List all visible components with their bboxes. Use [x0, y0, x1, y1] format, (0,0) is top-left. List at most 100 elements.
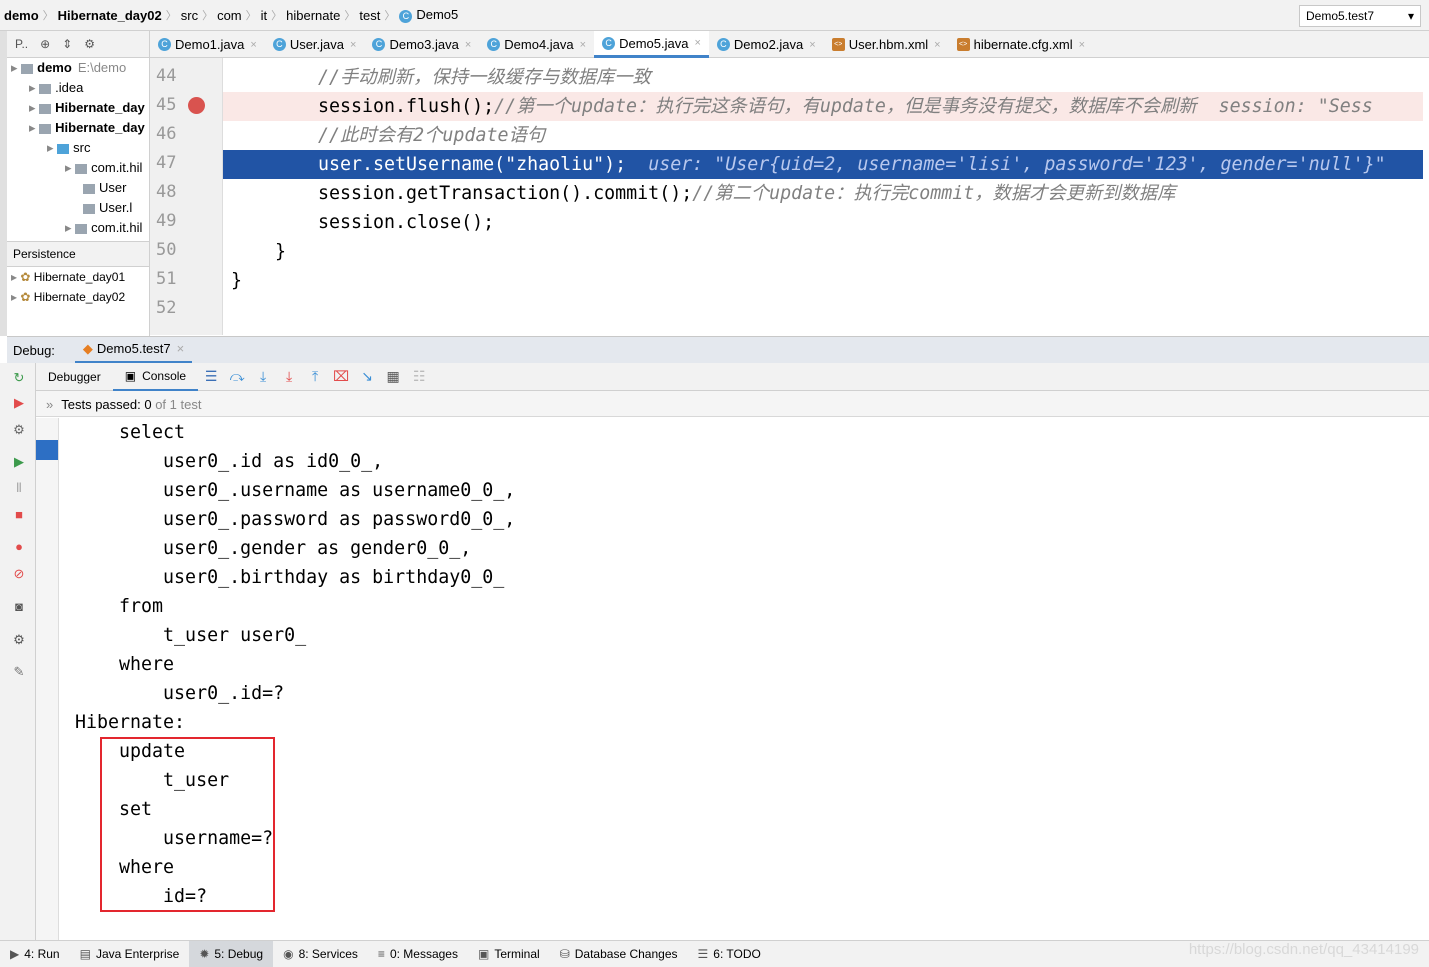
trace-icon[interactable]: ☷: [406, 368, 432, 385]
project-view-select[interactable]: P..: [15, 37, 28, 51]
tree-item[interactable]: ▸ .idea: [7, 78, 149, 98]
close-icon[interactable]: ×: [694, 37, 700, 49]
close-icon[interactable]: ×: [177, 341, 185, 356]
class-icon: C: [716, 38, 730, 51]
chevron-icon[interactable]: ▸: [29, 120, 39, 135]
close-icon[interactable]: ×: [1079, 39, 1085, 51]
breadcrumb-item[interactable]: demo: [0, 8, 43, 23]
persistence-icon: ✿: [20, 290, 34, 304]
chevron-icon[interactable]: ▸: [11, 270, 20, 284]
code-text: session.close();: [318, 212, 495, 233]
breadcrumb-item[interactable]: hibernate: [282, 8, 344, 23]
toolwindow-terminal[interactable]: ▣ Terminal: [468, 941, 550, 967]
close-icon[interactable]: ×: [250, 39, 256, 51]
toolwindow-todo[interactable]: ☰ 6: TODO: [688, 941, 771, 967]
tree-item[interactable]: ▸ com.it.hil: [7, 218, 149, 238]
tree-item[interactable]: User: [7, 178, 149, 198]
evaluate-icon[interactable]: ▦: [380, 368, 406, 385]
step-out-icon[interactable]: ⤒: [302, 368, 328, 385]
tab-user-java[interactable]: C User.java ×: [265, 31, 365, 58]
breadcrumb-item[interactable]: test: [355, 8, 384, 23]
tab-label: hibernate.cfg.xml: [973, 37, 1073, 52]
breadcrumb-item[interactable]: Hibernate_day02: [54, 8, 166, 23]
tab-debugger[interactable]: Debugger: [36, 363, 113, 391]
tree-item[interactable]: ▸ com.it.hil: [7, 158, 149, 178]
locate-icon[interactable]: ⊕: [40, 37, 50, 51]
tab-demo5-java[interactable]: C Demo5.java ×: [594, 31, 709, 58]
tab-demo3-java[interactable]: C Demo3.java ×: [364, 31, 479, 58]
breadcrumb-item[interactable]: it: [257, 8, 272, 23]
view-breakpoints-icon[interactable]: ●: [12, 540, 26, 554]
project-panel: P.. ⊕ ⇕ ⚙ ▸ demo E:\demo ▸ .idea ▸ Hibernate_d…: [7, 31, 150, 336]
chevron-icon[interactable]: ▸: [47, 140, 57, 155]
settings-icon[interactable]: ⚙: [12, 633, 26, 647]
pin-icon[interactable]: ✎: [12, 665, 26, 679]
breadcrumb-label: test: [359, 7, 381, 23]
pause-icon[interactable]: Ⅱ: [12, 481, 26, 495]
tree-item[interactable]: ▸ demo E:\demo: [7, 58, 149, 78]
gear-icon[interactable]: ⚙: [84, 37, 95, 51]
tree-item[interactable]: ▸ src: [7, 138, 149, 158]
chevron-icon[interactable]: ▸: [29, 100, 39, 115]
test-status: » Tests passed: 0 of 1 test: [36, 391, 1429, 417]
resume-icon[interactable]: ▶: [12, 455, 26, 469]
rerun-icon[interactable]: ↻: [12, 371, 26, 385]
tree-item[interactable]: User.l: [7, 198, 149, 218]
tests-prefix: Tests passed:: [61, 397, 145, 412]
tree-item[interactable]: ▸ Hibernate_day: [7, 98, 149, 118]
breadcrumb-label: com: [217, 7, 242, 23]
breadcrumb-item[interactable]: com: [213, 8, 246, 23]
chevron-right-icon: 〉: [245, 10, 257, 22]
toolwindow-java-enterprise[interactable]: ▤ Java Enterprise: [70, 941, 190, 967]
close-icon[interactable]: ×: [350, 39, 356, 51]
toolwindow-services[interactable]: ◉ 8: Services: [273, 941, 368, 967]
toolwindow-run[interactable]: ▶ 4: Run: [0, 941, 70, 967]
tab-user-hbm-xml[interactable]: <> User.hbm.xml ×: [824, 31, 949, 58]
toolwindow-messages[interactable]: ≡ 0: Messages: [368, 941, 468, 967]
persistence-item[interactable]: ▸ ✿ Hibernate_day02: [7, 287, 125, 307]
tab-demo1-java[interactable]: C Demo1.java ×: [150, 31, 265, 58]
persistence-item[interactable]: ▸ ✿ Hibernate_day01: [7, 267, 125, 287]
close-icon[interactable]: ×: [580, 39, 586, 51]
toolwindow-debug[interactable]: ✹ 5: Debug: [189, 941, 274, 967]
run-to-cursor-icon[interactable]: ↘: [354, 368, 380, 385]
mute-breakpoints-icon[interactable]: ⊘: [12, 567, 26, 581]
chevron-icon[interactable]: ▸: [29, 80, 39, 95]
code-line: session.flush();//第一个update：执行完这条语句，有upd…: [223, 92, 1423, 121]
breadcrumb-item[interactable]: src: [177, 8, 202, 23]
chevron-icon[interactable]: ▸: [11, 290, 20, 304]
camera-icon[interactable]: ◙: [12, 600, 26, 614]
code-editor[interactable]: //手动刷新，保持一级缓存与数据库一致 session.flush();//第一个…: [223, 58, 1423, 335]
breakpoint-icon[interactable]: [188, 97, 205, 114]
chevron-icon[interactable]: ▸: [65, 220, 75, 235]
close-icon[interactable]: ×: [809, 39, 815, 51]
close-icon[interactable]: ×: [934, 39, 940, 51]
toolwindow-database-changes[interactable]: ⛁ Database Changes: [550, 941, 688, 967]
tab-console[interactable]: ▣ Console: [112, 363, 199, 391]
force-step-into-icon[interactable]: ⤓: [276, 368, 302, 385]
close-icon[interactable]: ×: [465, 39, 471, 51]
rerun-failed-icon[interactable]: ▶: [12, 396, 26, 410]
tab-hibernate-cfg-xml[interactable]: <> hibernate.cfg.xml ×: [949, 31, 1093, 58]
step-into-icon[interactable]: ⤓: [250, 368, 276, 385]
folder-icon: [57, 143, 70, 154]
stop-icon[interactable]: ■: [12, 508, 26, 522]
chevron-icon[interactable]: ▸: [11, 60, 21, 75]
expand-icon[interactable]: »: [46, 397, 53, 412]
collapse-icon[interactable]: ⇕: [62, 37, 72, 51]
persistence-header: Persistence: [7, 241, 149, 267]
tab-demo4-java[interactable]: C Demo4.java ×: [479, 31, 594, 58]
run-config-select[interactable]: Demo5.test7 ▾: [1299, 5, 1421, 27]
line-number: 50: [156, 240, 177, 260]
code-line: }: [223, 237, 1423, 266]
tab-demo2-java[interactable]: C Demo2.java ×: [709, 31, 824, 58]
step-over-icon[interactable]: ⤼: [224, 368, 250, 385]
breadcrumb-item[interactable]: C Demo5: [395, 7, 462, 23]
chevron-icon[interactable]: ▸: [65, 160, 75, 175]
debug-session-tab[interactable]: ◆ Demo5.test7 ×: [74, 337, 193, 364]
drop-frame-icon[interactable]: ⌧: [328, 368, 354, 385]
menu-icon[interactable]: ☰: [198, 368, 224, 385]
tree-item[interactable]: ▸ Hibernate_day: [7, 118, 149, 138]
toggle-icon[interactable]: ⚙: [12, 423, 26, 437]
console-line: user0_.id=?: [75, 683, 285, 704]
